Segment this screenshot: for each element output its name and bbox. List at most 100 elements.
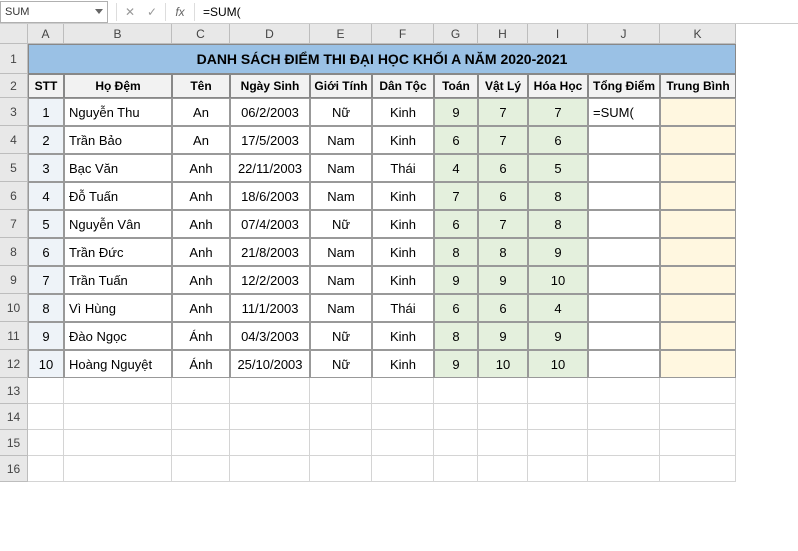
cell[interactable]: Nữ (310, 350, 372, 378)
cell[interactable]: 12/2/2003 (230, 266, 310, 294)
cell[interactable] (310, 430, 372, 456)
cell[interactable]: Đỗ Tuấn (64, 182, 172, 210)
cell[interactable]: Nam (310, 266, 372, 294)
cell[interactable]: 18/6/2003 (230, 182, 310, 210)
cell[interactable]: 04/3/2003 (230, 322, 310, 350)
select-all-corner[interactable] (0, 24, 28, 44)
cell[interactable] (588, 350, 660, 378)
cell[interactable]: 8 (528, 182, 588, 210)
cell[interactable]: Nữ (310, 210, 372, 238)
cell[interactable]: 11/1/2003 (230, 294, 310, 322)
enter-icon[interactable]: ✓ (141, 5, 163, 19)
cell[interactable]: 2 (28, 126, 64, 154)
cell[interactable]: Anh (172, 266, 230, 294)
cell[interactable] (660, 238, 736, 266)
cell[interactable] (64, 404, 172, 430)
cell[interactable]: 7 (28, 266, 64, 294)
column-header-K[interactable]: K (660, 24, 736, 44)
cell[interactable]: Kinh (372, 182, 434, 210)
cell[interactable]: Nữ (310, 322, 372, 350)
cell[interactable]: 9 (528, 238, 588, 266)
cell[interactable]: 6 (28, 238, 64, 266)
column-header-A[interactable]: A (28, 24, 64, 44)
cell[interactable]: Kinh (372, 98, 434, 126)
cell[interactable]: Nguyễn Vân (64, 210, 172, 238)
row-header[interactable]: 13 (0, 378, 28, 404)
cell[interactable]: 22/11/2003 (230, 154, 310, 182)
cell[interactable]: Trần Tuấn (64, 266, 172, 294)
cell[interactable] (660, 456, 736, 482)
column-header-J[interactable]: J (588, 24, 660, 44)
cell[interactable]: Kinh (372, 238, 434, 266)
column-header-D[interactable]: D (230, 24, 310, 44)
cell[interactable] (660, 294, 736, 322)
cell[interactable] (528, 404, 588, 430)
cell[interactable]: Anh (172, 238, 230, 266)
cell[interactable] (310, 404, 372, 430)
active-cell[interactable]: =SUM( (588, 98, 660, 126)
cell[interactable]: 8 (434, 238, 478, 266)
cell[interactable]: Anh (172, 154, 230, 182)
cell[interactable]: 8 (528, 210, 588, 238)
cell[interactable] (660, 98, 736, 126)
cell[interactable] (28, 404, 64, 430)
cell[interactable]: Hóa Học (528, 74, 588, 98)
cell[interactable]: Trung Bình (660, 74, 736, 98)
cell[interactable]: Nữ (310, 98, 372, 126)
cell[interactable]: 07/4/2003 (230, 210, 310, 238)
cell[interactable]: 9 (28, 322, 64, 350)
cell[interactable]: 9 (434, 98, 478, 126)
cell[interactable]: Ánh (172, 350, 230, 378)
cell[interactable] (478, 378, 528, 404)
cell[interactable]: 10 (528, 266, 588, 294)
cell[interactable]: An (172, 126, 230, 154)
cell[interactable]: 8 (28, 294, 64, 322)
row-header[interactable]: 8 (0, 238, 28, 266)
cell[interactable] (64, 456, 172, 482)
cell[interactable]: 5 (28, 210, 64, 238)
cell[interactable] (588, 182, 660, 210)
cell[interactable]: Tổng Điểm (588, 74, 660, 98)
row-header[interactable]: 7 (0, 210, 28, 238)
cell[interactable] (528, 378, 588, 404)
cell[interactable]: 7 (434, 182, 478, 210)
cell[interactable] (28, 378, 64, 404)
cell[interactable] (310, 456, 372, 482)
column-header-I[interactable]: I (528, 24, 588, 44)
cell[interactable] (588, 430, 660, 456)
cell[interactable] (588, 238, 660, 266)
cell[interactable] (588, 456, 660, 482)
cell[interactable] (660, 266, 736, 294)
cell[interactable]: 4 (528, 294, 588, 322)
cell[interactable]: Nam (310, 182, 372, 210)
cell[interactable]: 10 (528, 350, 588, 378)
cell[interactable] (478, 404, 528, 430)
cell[interactable]: 4 (434, 154, 478, 182)
cell[interactable]: 3 (28, 154, 64, 182)
cell[interactable]: 9 (434, 350, 478, 378)
cell[interactable]: 1 (28, 98, 64, 126)
row-header[interactable]: 4 (0, 126, 28, 154)
cell[interactable] (64, 378, 172, 404)
cell[interactable] (230, 456, 310, 482)
cell[interactable] (588, 154, 660, 182)
cells-area[interactable]: DANH SÁCH ĐIỂM THI ĐẠI HỌC KHỐI A NĂM 20… (28, 44, 736, 482)
cell[interactable]: STT (28, 74, 64, 98)
cell[interactable] (434, 430, 478, 456)
cell[interactable] (588, 294, 660, 322)
dropdown-icon[interactable] (95, 9, 103, 14)
cell[interactable]: Thái (372, 294, 434, 322)
cell[interactable]: 9 (478, 322, 528, 350)
cell[interactable] (478, 456, 528, 482)
cell[interactable] (434, 378, 478, 404)
fx-icon[interactable]: fx (168, 5, 192, 19)
cell[interactable] (588, 126, 660, 154)
cell[interactable]: 4 (28, 182, 64, 210)
row-header[interactable]: 12 (0, 350, 28, 378)
cell[interactable]: Toán (434, 74, 478, 98)
cell[interactable]: 6 (528, 126, 588, 154)
title-cell[interactable]: DANH SÁCH ĐIỂM THI ĐẠI HỌC KHỐI A NĂM 20… (28, 44, 736, 74)
column-header-B[interactable]: B (64, 24, 172, 44)
cell[interactable] (588, 210, 660, 238)
cell[interactable]: Ánh (172, 322, 230, 350)
